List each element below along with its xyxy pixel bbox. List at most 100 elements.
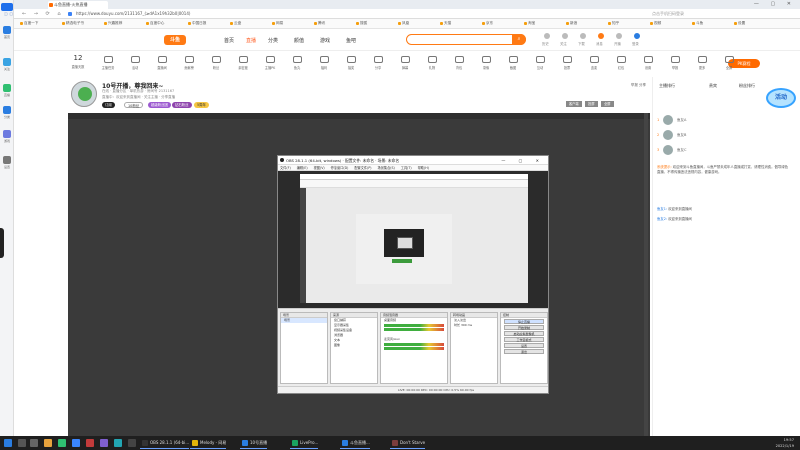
settings-button[interactable]: 设置 — [504, 343, 544, 348]
room-tool[interactable]: 主播PK — [256, 51, 284, 75]
exit-button[interactable]: 退出 — [504, 349, 544, 354]
dock-collapse-handle[interactable] — [0, 228, 4, 258]
taskbar-task[interactable]: Don't Starve — [390, 437, 426, 449]
bookmark-item[interactable]: 斗鱼 — [692, 21, 703, 26]
bookmark-item[interactable]: 新浪 — [566, 21, 577, 26]
obs-titlebar[interactable]: OBS 28.1.1 (64-bit, windows) · 配置文件: 未命名… — [278, 156, 548, 165]
nav-buttons[interactable]: ← → ⟳ ⌂ — [22, 11, 64, 17]
rank-item[interactable]: 2 鱼友B — [655, 130, 775, 142]
volume-meter[interactable] — [384, 343, 444, 346]
app-icon[interactable] — [128, 439, 136, 447]
room-tool[interactable]: 分享 — [364, 51, 392, 75]
volume-meter[interactable] — [384, 347, 444, 350]
tab-anchor-rank[interactable]: 主播排行 — [659, 83, 675, 89]
bookmark-item[interactable]: 腾讯 — [314, 21, 325, 26]
subscribe-badge[interactable]: 订阅 — [102, 102, 115, 108]
dock-item-category-icon[interactable] — [3, 106, 11, 114]
bookmark-item[interactable]: 精选电子书 — [62, 21, 84, 26]
message-icon[interactable] — [598, 33, 604, 39]
cast-button[interactable]: 投屏 — [585, 101, 598, 107]
room-tool[interactable]: 礼物 — [418, 51, 446, 75]
dock-item-settings-icon[interactable] — [3, 156, 11, 164]
dock-item-game-icon[interactable] — [3, 130, 11, 138]
bookmark-item[interactable]: 云盘 — [230, 21, 241, 26]
dock-item-live-icon[interactable] — [3, 84, 11, 92]
report-share[interactable]: 举报 分享 — [631, 83, 646, 88]
room-tool[interactable]: 直播间 — [148, 51, 176, 75]
app-icon[interactable] — [100, 439, 108, 447]
edge-icon[interactable] — [72, 439, 80, 447]
search-input[interactable]: ⌕ — [406, 34, 526, 45]
nav-category[interactable]: 分类 — [268, 37, 278, 44]
source-item[interactable]: 图像 — [331, 343, 377, 348]
window-controls[interactable]: — ▢ ✕ — [754, 1, 796, 7]
room-tool[interactable]: 互动 — [526, 51, 554, 75]
douyu-logo[interactable]: 斗鱼 — [164, 35, 186, 45]
chat-nick[interactable]: 鱼友2: — [657, 217, 667, 221]
tab-fan-rank[interactable]: 粉丝排行 — [739, 83, 755, 89]
room-tool[interactable]: 福利 — [310, 51, 338, 75]
room-tool[interactable]: 弹幕 — [391, 51, 419, 75]
nav-game[interactable]: 游戏 — [320, 37, 330, 44]
transition-duration[interactable]: 时长 300 ms — [451, 323, 497, 328]
fullscreen-button[interactable]: 全屏 — [601, 101, 614, 107]
dock-item-follow-icon[interactable] — [3, 58, 11, 66]
obs-preview[interactable] — [278, 171, 548, 308]
taskbar-task[interactable]: Melody - 网易 — [190, 437, 227, 449]
nav-fishbar[interactable]: 鱼吧 — [346, 37, 356, 44]
bookmark-item[interactable]: 兴趣推荐 — [104, 21, 122, 26]
bookmark-item[interactable]: 凤凰 — [398, 21, 409, 26]
room-tool[interactable]: 截图 — [499, 51, 527, 75]
bookmark-item[interactable]: 网易 — [272, 21, 283, 26]
bookmark-item[interactable]: 百度一下 — [20, 21, 38, 26]
bookmark-item[interactable]: 京东 — [482, 21, 493, 26]
taskbar-task[interactable]: 斗鱼直播... — [340, 437, 370, 449]
video-player[interactable]: OBS 28.1.1 (64-bit, windows) · 配置文件: 未命名… — [68, 113, 650, 436]
broadcast-icon[interactable] — [616, 33, 622, 39]
room-tool[interactable]: 贡献榜 — [175, 51, 203, 75]
virtual-camera-button[interactable]: 启动虚拟摄像机 — [504, 331, 544, 336]
obs-menu-item[interactable]: 帮助(H) — [418, 166, 429, 170]
bookmark-item[interactable]: 视频 — [650, 21, 661, 26]
obs-menu-item[interactable]: 停靠窗口(D) — [331, 166, 349, 170]
taskbar-task[interactable]: OBS 28.1.1 (64-bi... — [140, 437, 190, 449]
bookmark-item[interactable]: 中国日报 — [188, 21, 206, 26]
search-icon[interactable]: ⌕ — [512, 34, 526, 45]
chat-nick[interactable]: 鱼友1: — [657, 207, 667, 211]
follow-icon[interactable] — [562, 33, 568, 39]
nav-beauty[interactable]: 颜值 — [294, 37, 304, 44]
room-tool[interactable]: 更多 — [688, 51, 716, 75]
room-tool[interactable]: 背包 — [445, 51, 473, 75]
room-tool[interactable]: 录像 — [472, 51, 500, 75]
client-button[interactable]: 客户端 — [566, 101, 582, 107]
start-icon[interactable] — [4, 439, 12, 447]
app-icon[interactable] — [114, 439, 122, 447]
room-tool[interactable]: 设置 — [634, 51, 662, 75]
streamer-avatar[interactable] — [71, 81, 97, 107]
obs-menu-item[interactable]: 配置文件(P) — [354, 166, 371, 170]
volume-meter[interactable] — [384, 328, 444, 331]
fan-club-badge[interactable]: 超级粉丝团 — [148, 102, 171, 108]
room-tool[interactable]: 全屏 — [715, 51, 743, 75]
room-tool[interactable]: 连麦 — [580, 51, 608, 75]
search-icon[interactable] — [18, 439, 26, 447]
bookmark-item[interactable]: 天猫 — [440, 21, 451, 26]
taskbar-task[interactable]: LivePro... — [290, 437, 319, 449]
obs-menu-item[interactable]: 视图(V) — [314, 166, 325, 170]
obs-menu-item[interactable]: 文件(F) — [280, 166, 291, 170]
room-tool[interactable]: 粉丝 — [202, 51, 230, 75]
bookmark-item[interactable]: 设置 — [734, 21, 745, 26]
room-tool[interactable]: 举报 — [661, 51, 689, 75]
room-tool[interactable]: 投票 — [553, 51, 581, 75]
browser-icon[interactable] — [58, 439, 66, 447]
start-recording-button[interactable]: 开始录制 — [504, 325, 544, 330]
room-tool[interactable]: 主播任务 — [94, 51, 122, 75]
tab-vip[interactable]: 贵宾 — [709, 83, 717, 89]
nav-live[interactable]: 直播 — [246, 37, 256, 44]
obs-menu-item[interactable]: 编辑(E) — [297, 166, 308, 170]
room-tool[interactable]: 红包 — [607, 51, 635, 75]
dock-item-home-icon[interactable] — [3, 26, 11, 34]
promo-bubble[interactable]: 活动 — [766, 88, 796, 108]
bookmark-item[interactable]: 搜狐 — [356, 21, 367, 26]
rank-item[interactable]: 1 鱼友A — [655, 115, 775, 127]
